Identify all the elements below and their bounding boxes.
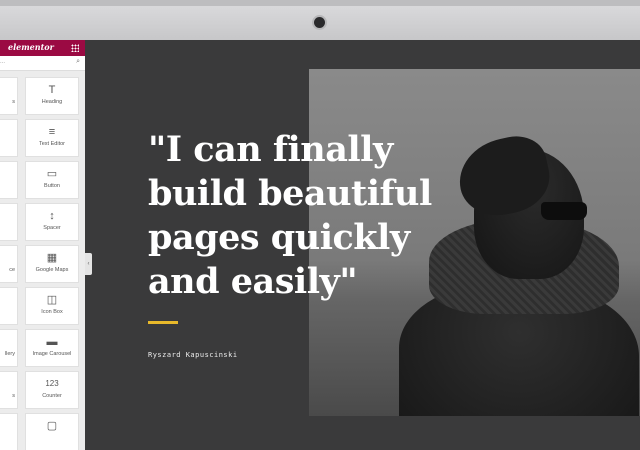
carousel-icon: ▬ [46, 336, 58, 348]
widget-google-maps[interactable]: ▦ Google Maps [25, 245, 79, 283]
search-placeholder: ... [0, 59, 6, 65]
elementor-sidebar: elementor ... ⌕ s T Heading ≡ Text Edito… [0, 40, 85, 450]
widget-label: Text Editor [39, 141, 65, 147]
laptop-bezel [0, 0, 640, 40]
map-icon: ▦ [46, 252, 58, 264]
widget-label: Button [44, 183, 60, 189]
icon-box-icon: ◫ [46, 294, 58, 306]
widget-tile-left[interactable]: s [0, 77, 18, 115]
widget-label: s [12, 99, 15, 105]
widget-tile-left[interactable]: ce [0, 245, 18, 283]
widget-icon-box[interactable]: ◫ Icon Box [25, 287, 79, 325]
widget-tile-left[interactable] [0, 119, 18, 157]
chevron-left-icon: ‹ [87, 261, 90, 267]
widget-tile-left[interactable]: s [0, 371, 18, 409]
photo-person-sunglasses [541, 202, 587, 220]
widget-spacer[interactable]: ↕ Spacer [25, 203, 79, 241]
text-editor-icon: ≡ [48, 126, 56, 138]
widget-tile-left[interactable] [0, 287, 18, 325]
widget-label: Image Carousel [32, 351, 72, 357]
widget-label: Icon Box [41, 309, 63, 315]
accent-divider [148, 321, 178, 324]
widget-tile-left[interactable] [0, 413, 18, 450]
widget-label: s [12, 393, 15, 399]
widget-tile-left[interactable] [0, 203, 18, 241]
widget-tile[interactable]: ▢ [25, 413, 79, 450]
spacer-icon: ↕ [49, 210, 55, 222]
heading-icon: T [48, 84, 56, 96]
widget-tile-left[interactable] [0, 161, 18, 199]
widget-label: Google Maps [35, 267, 69, 273]
elementor-logo: elementor [8, 42, 54, 52]
widget-label: Counter [42, 393, 62, 399]
camera-icon [314, 17, 325, 28]
search-icon[interactable]: ⌕ [76, 58, 80, 66]
sidebar-header: elementor [0, 40, 85, 56]
laptop-edge [0, 0, 640, 6]
widget-heading[interactable]: T Heading [25, 77, 79, 115]
widget-image-carousel[interactable]: ▬ Image Carousel [25, 329, 79, 367]
widget-label: llery [4, 351, 15, 357]
apps-grid-icon[interactable] [71, 44, 79, 52]
testimonial-author: Ryszard Kapuscinski [148, 351, 238, 359]
widget-counter[interactable]: 123 Counter [25, 371, 79, 409]
widget-label: ce [9, 267, 15, 273]
screen: elementor ... ⌕ s T Heading ≡ Text Edito… [0, 40, 640, 450]
widget-label: Spacer [43, 225, 61, 231]
widget-search[interactable]: ... ⌕ [0, 56, 85, 71]
counter-icon: 123 [45, 379, 59, 388]
widget-tile-left[interactable]: llery [0, 329, 18, 367]
widget-button[interactable]: ▭ Button [25, 161, 79, 199]
folder-icon: ▢ [46, 420, 58, 432]
widget-label: Heading [41, 99, 63, 105]
button-icon: ▭ [46, 168, 58, 180]
collapse-panel-button[interactable]: ‹ [85, 253, 92, 275]
widget-text-editor[interactable]: ≡ Text Editor [25, 119, 79, 157]
testimonial-quote: "I can finally build beautiful pages qui… [148, 129, 432, 302]
